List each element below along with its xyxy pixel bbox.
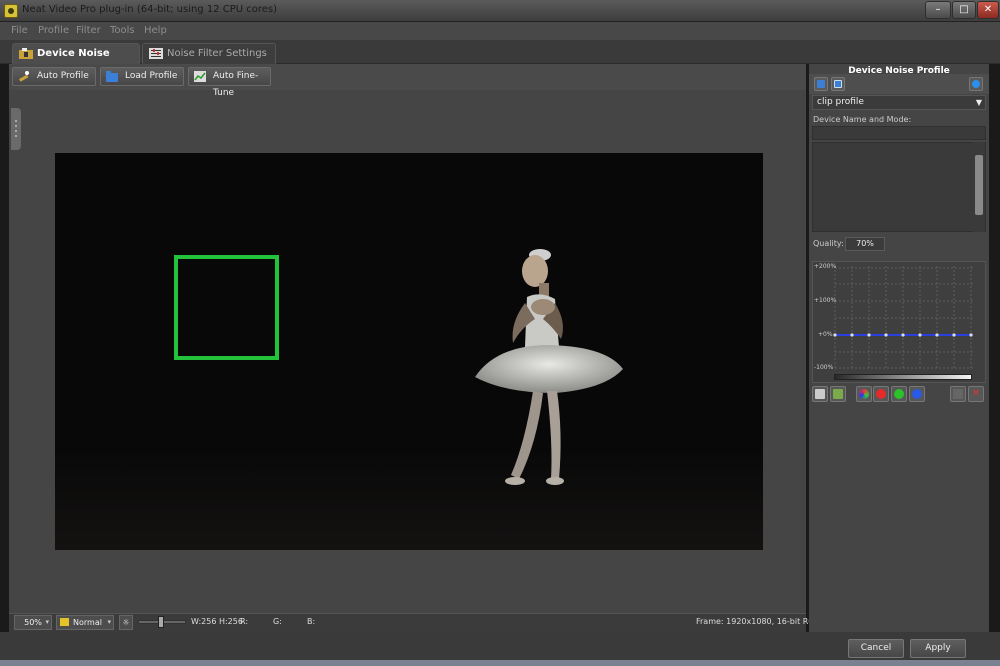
channel-red-button[interactable] — [873, 386, 889, 402]
device-profile-icon — [19, 48, 33, 59]
brightness-button[interactable]: ☼ — [119, 615, 133, 630]
view-mode-value: Normal — [73, 618, 102, 627]
reset-button[interactable]: ✕ — [968, 386, 984, 402]
stage-floor — [55, 453, 763, 550]
menu-bar: File Profile Filter Tools Help — [0, 22, 1000, 40]
sliders-icon — [149, 48, 163, 59]
menu-help[interactable]: Help — [144, 25, 167, 36]
menu-tools[interactable]: Tools — [110, 25, 135, 36]
frame-info: Frame: 1920x1080, 16-bit RGB — [696, 617, 820, 626]
sun-icon: ☼ — [122, 618, 130, 627]
side-panel-handle[interactable] — [11, 108, 21, 150]
pixel-b: B: — [307, 617, 316, 626]
auto-profile-button[interactable]: Auto Profile — [12, 67, 96, 86]
pixel-r: R: — [240, 617, 249, 626]
quality-value: 70% — [845, 237, 885, 251]
graph-label-minus100: -100% — [814, 364, 834, 371]
window-title: Neat Video Pro plug-in (64-bit; using 12… — [22, 4, 278, 15]
zoom-select[interactable]: 50% ▾ — [14, 615, 52, 630]
graph-edit-icon — [833, 389, 843, 399]
graph-label-zero: +0% — [818, 331, 833, 338]
info-button[interactable] — [969, 77, 983, 91]
apply-button[interactable]: Apply — [910, 639, 966, 658]
frequency-gradient — [834, 374, 972, 380]
device-name-label: Device Name and Mode: — [813, 115, 912, 124]
menu-profile[interactable]: Profile — [38, 25, 69, 36]
graph-label-plus200: +200% — [814, 263, 837, 270]
graph-label-plus100: +100% — [814, 297, 837, 304]
pixel-g: G: — [273, 617, 282, 626]
load-profile-button[interactable]: Load Profile — [100, 67, 184, 86]
undo-icon — [953, 389, 963, 399]
tab-bar: Device Noise Profile Noise Filter Settin… — [0, 40, 1000, 78]
view-mode-select[interactable]: Normal ▾ — [56, 615, 114, 630]
channel-green-button[interactable] — [891, 386, 907, 402]
undo-button[interactable] — [950, 386, 966, 402]
graph-icon — [194, 71, 206, 82]
mode-icon — [60, 618, 69, 626]
taskbar-strip — [0, 660, 1000, 666]
green-dot-icon — [894, 389, 904, 399]
ballerina-figure — [475, 249, 623, 485]
noise-graph[interactable]: +200% +100% +0% -100% — [812, 261, 986, 383]
minimize-button[interactable]: – — [925, 1, 951, 19]
tab-label: Noise Filter Settings — [167, 48, 267, 59]
close-button[interactable]: ✕ — [977, 1, 999, 19]
zoom-value: 50% — [24, 618, 42, 627]
rgb-icon — [859, 389, 869, 399]
open-folder-icon — [817, 80, 825, 88]
profile-select-value: clip profile — [817, 97, 864, 107]
auto-fine-tune-button[interactable]: Auto Fine-Tune — [188, 67, 271, 98]
wand-icon — [19, 71, 29, 82]
graph-view-icon — [815, 389, 825, 399]
notes-scrollbar-thumb[interactable] — [975, 155, 983, 215]
red-dot-icon — [876, 389, 886, 399]
auto-profile-label: Auto Profile — [37, 71, 89, 81]
menu-file[interactable]: File — [11, 25, 28, 36]
channel-blue-button[interactable] — [909, 386, 925, 402]
save-profile-button[interactable] — [831, 77, 845, 91]
noise-graph-plot — [833, 266, 973, 370]
graph-edit-button[interactable] — [830, 386, 846, 402]
quality-label: Quality: — [813, 239, 844, 248]
device-notes-area[interactable] — [812, 142, 986, 232]
tab-device-noise-profile[interactable]: Device Noise Profile — [12, 43, 140, 78]
reset-x-icon: ✕ — [971, 388, 981, 399]
tab-noise-filter-settings[interactable]: Noise Filter Settings — [142, 43, 276, 64]
app-icon — [4, 4, 18, 18]
folder-icon — [106, 71, 118, 82]
cancel-button[interactable]: Cancel — [848, 639, 904, 658]
blue-dot-icon — [912, 389, 922, 399]
graph-view-button[interactable] — [812, 386, 828, 402]
menu-filter[interactable]: Filter — [76, 25, 101, 36]
selection-size: W:256 H:256 — [191, 617, 243, 626]
channel-all-button[interactable] — [856, 386, 872, 402]
load-profile-label: Load Profile — [125, 71, 178, 81]
open-profile-button[interactable] — [814, 77, 828, 91]
chevron-down-icon: ▼ — [975, 98, 982, 107]
brightness-slider-thumb[interactable] — [158, 616, 164, 628]
maximize-button[interactable]: □ — [952, 1, 976, 19]
info-icon — [972, 80, 980, 88]
device-name-field[interactable] — [812, 126, 986, 140]
noise-sample-selection[interactable] — [174, 255, 279, 360]
title-bar: Neat Video Pro plug-in (64-bit; using 12… — [0, 0, 1000, 22]
save-icon — [834, 80, 842, 88]
profile-select[interactable]: clip profile ▼ — [812, 95, 986, 110]
preview-image[interactable] — [55, 153, 763, 550]
